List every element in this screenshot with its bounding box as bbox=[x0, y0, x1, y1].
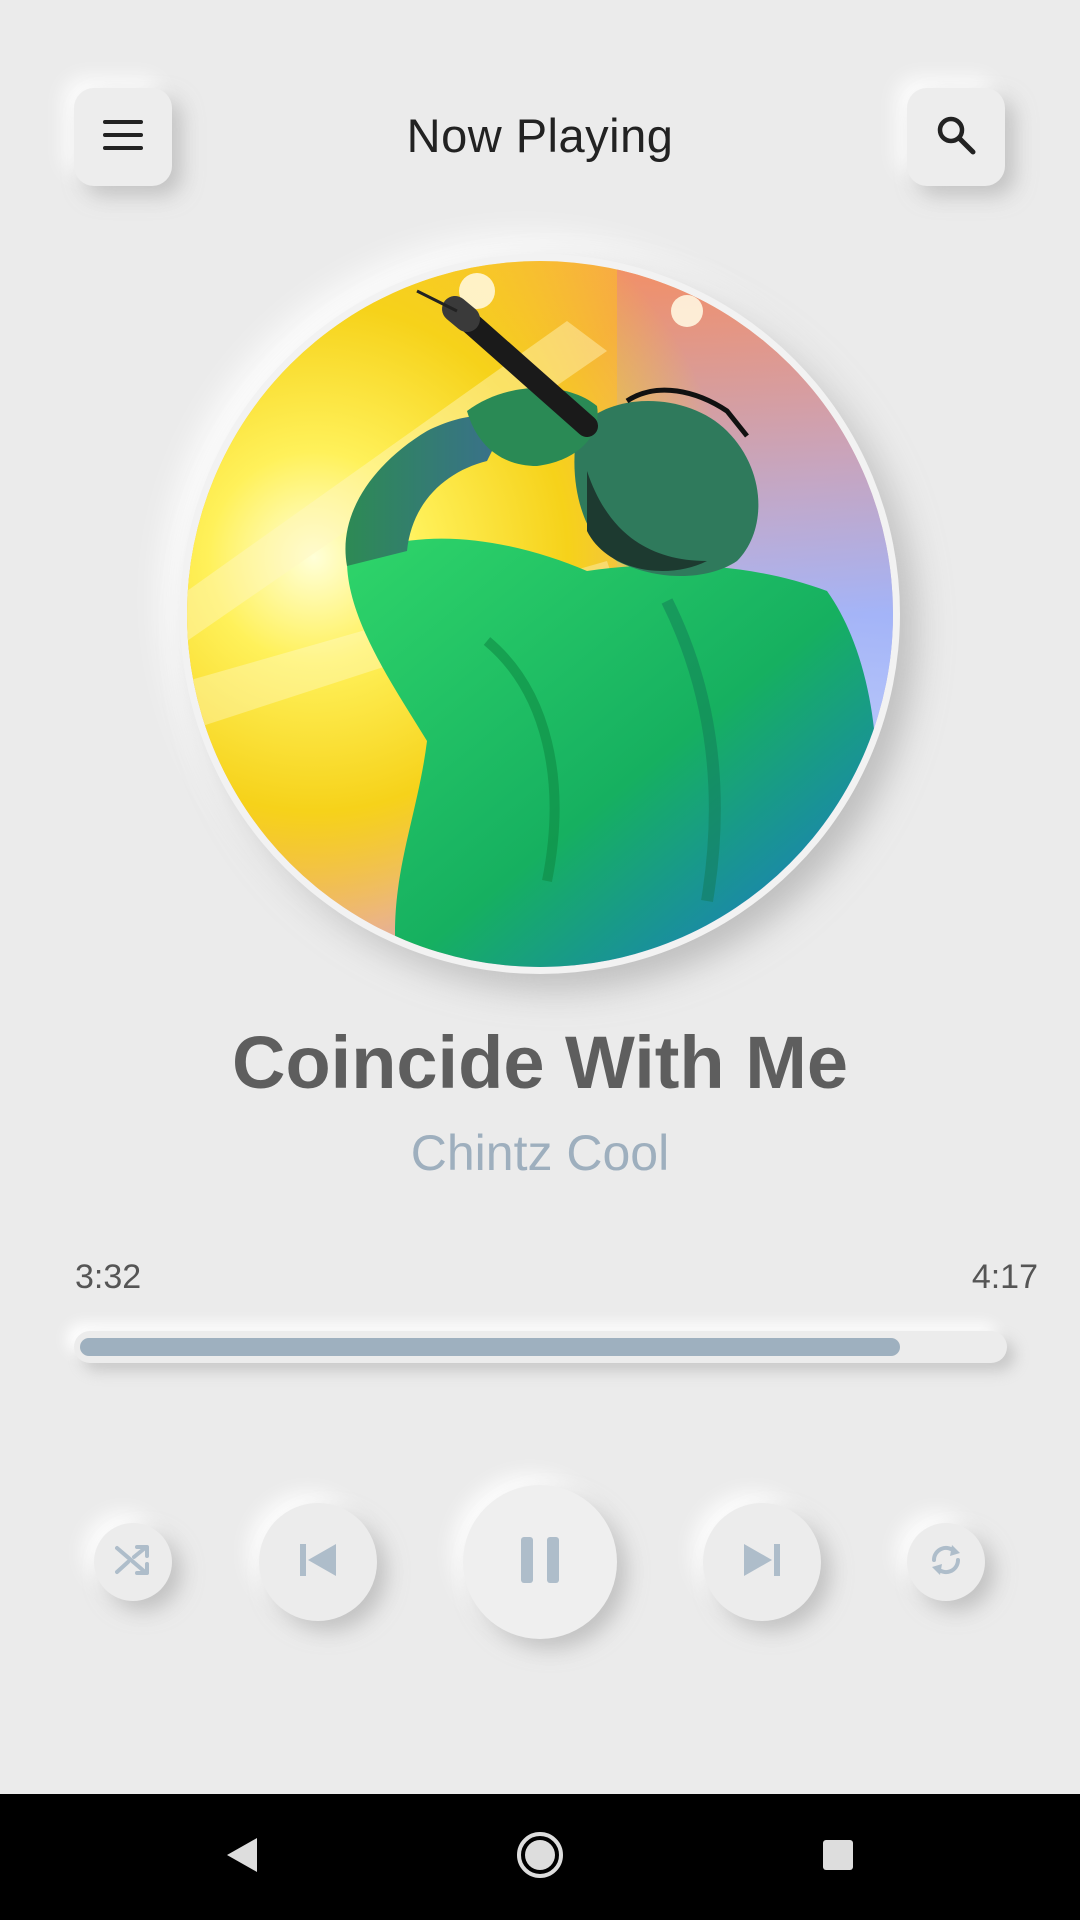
repeat-icon bbox=[928, 1542, 964, 1583]
progress-fill bbox=[80, 1338, 900, 1356]
recents-square-icon bbox=[821, 1838, 855, 1877]
home-circle-icon bbox=[516, 1831, 564, 1884]
search-button[interactable] bbox=[907, 88, 1005, 186]
recents-button[interactable] bbox=[778, 1794, 898, 1920]
repeat-button[interactable] bbox=[907, 1523, 985, 1601]
pause-button[interactable] bbox=[463, 1485, 617, 1639]
home-button[interactable] bbox=[480, 1794, 600, 1920]
back-triangle-icon bbox=[225, 1836, 259, 1879]
search-icon bbox=[936, 115, 976, 160]
shuffle-icon bbox=[115, 1544, 151, 1581]
artist-name[interactable]: Chintz Cool bbox=[0, 1124, 1080, 1182]
system-navigation-bar bbox=[0, 1794, 1080, 1920]
back-button[interactable] bbox=[182, 1794, 302, 1920]
progress-slider[interactable] bbox=[74, 1331, 1007, 1363]
music-player-screen: Now Playing Coincide With Me Chintz Cool… bbox=[0, 0, 1080, 1920]
shuffle-button[interactable] bbox=[94, 1523, 172, 1601]
next-button[interactable] bbox=[703, 1503, 821, 1621]
skip-previous-icon bbox=[298, 1542, 338, 1583]
previous-button[interactable] bbox=[259, 1503, 377, 1621]
skip-next-icon bbox=[742, 1542, 782, 1583]
album-artwork bbox=[187, 261, 893, 967]
total-duration: 4:17 bbox=[971, 1258, 1038, 1296]
pause-icon bbox=[519, 1535, 561, 1590]
elapsed-time: 3:32 bbox=[75, 1258, 142, 1296]
song-title: Coincide With Me bbox=[232, 1021, 848, 1104]
